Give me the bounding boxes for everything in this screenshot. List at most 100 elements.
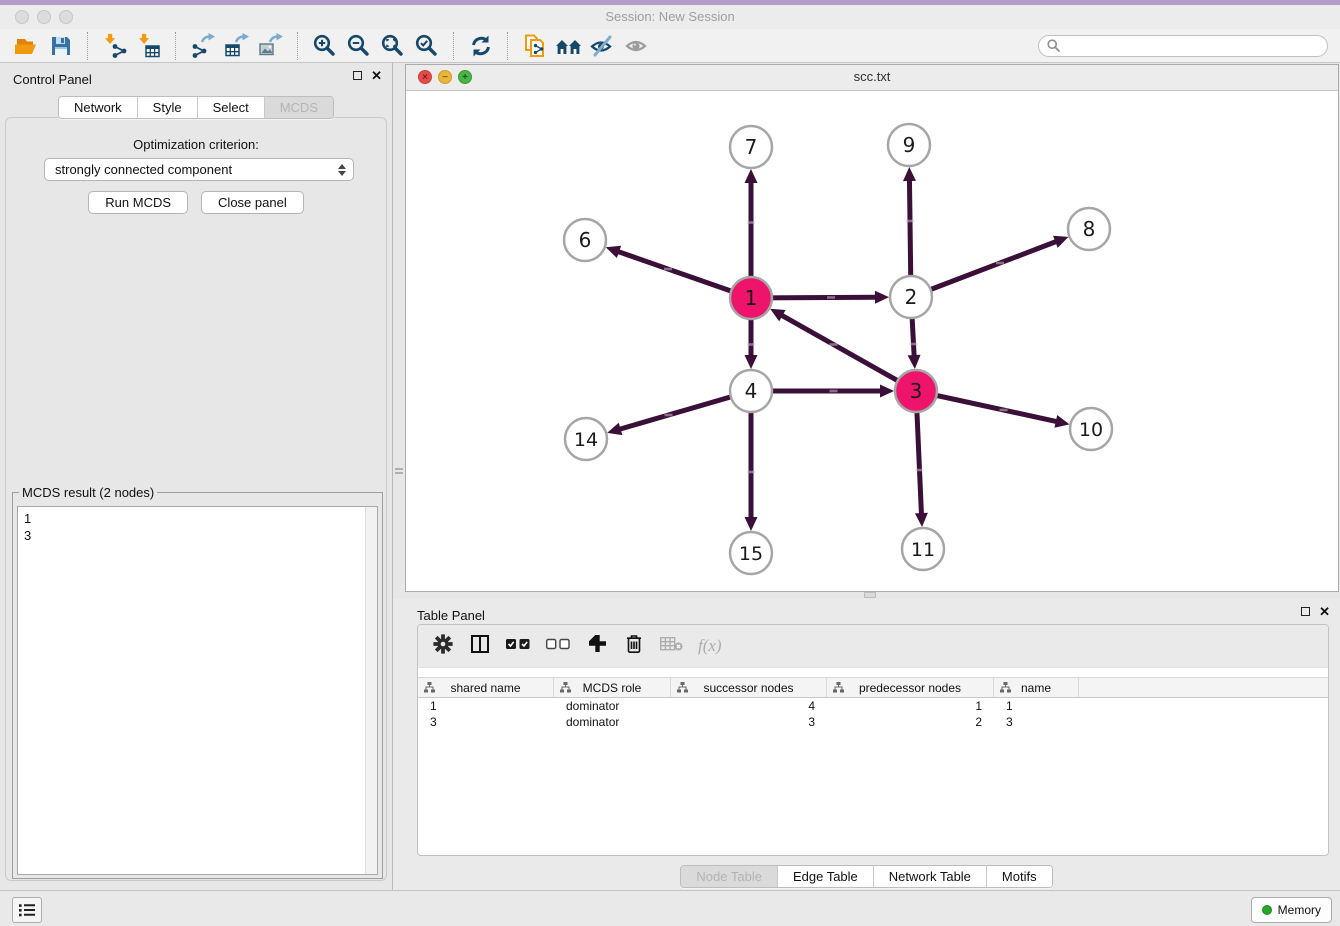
import-table-button[interactable] bbox=[132, 31, 166, 61]
graph-node-7[interactable]: 7 bbox=[730, 126, 772, 168]
edge-label bbox=[827, 296, 835, 299]
graph-node-4[interactable]: 4 bbox=[730, 370, 772, 412]
edge-1-6[interactable] bbox=[606, 246, 751, 298]
memory-button[interactable]: Memory bbox=[1251, 897, 1332, 923]
column-header-shared-name[interactable]: shared name bbox=[418, 678, 554, 697]
graph-node-10[interactable]: 10 bbox=[1070, 408, 1112, 450]
toolbar-separator bbox=[507, 32, 509, 60]
table-tab-node-table[interactable]: Node Table bbox=[681, 866, 777, 887]
float-table-panel-icon[interactable] bbox=[1301, 607, 1310, 616]
edge-3-10[interactable] bbox=[916, 391, 1070, 428]
deselect-all-button[interactable] bbox=[546, 633, 571, 659]
optimization-criterion-dropdown[interactable]: strongly connected component bbox=[44, 158, 354, 181]
edge-3-1[interactable] bbox=[770, 309, 916, 391]
column-header-label: MCDS role bbox=[583, 681, 642, 695]
mcds-result-node: 3 bbox=[24, 527, 371, 544]
result-scrollbar[interactable] bbox=[365, 507, 377, 874]
column-header-predecessor-nodes[interactable]: predecessor nodes bbox=[827, 678, 994, 697]
arrowhead-icon bbox=[903, 167, 916, 181]
close-table-panel-icon[interactable]: ✕ bbox=[1319, 606, 1330, 617]
graph-node-8[interactable]: 8 bbox=[1068, 208, 1110, 250]
column-header-label: successor nodes bbox=[703, 681, 793, 695]
memory-status-icon bbox=[1262, 905, 1272, 915]
close-panel-button[interactable]: Close panel bbox=[201, 191, 304, 214]
search-box[interactable] bbox=[1038, 35, 1328, 57]
edge-2-8[interactable] bbox=[911, 236, 1068, 297]
table-cell: 1 bbox=[827, 699, 994, 713]
save-session-button[interactable] bbox=[44, 31, 78, 61]
open-session-button[interactable] bbox=[10, 31, 44, 61]
tab-network[interactable]: Network bbox=[59, 97, 137, 118]
table-tab-group: Node TableEdge TableNetwork TableMotifs bbox=[680, 865, 1052, 888]
duplicate-network-button[interactable] bbox=[518, 31, 552, 61]
table-settings-button[interactable] bbox=[432, 633, 454, 659]
column-header-successor-nodes[interactable]: successor nodes bbox=[671, 678, 827, 697]
network-overview-button[interactable] bbox=[552, 31, 586, 61]
network-canvas[interactable]: 1 2 3 4 6 7 8 9 10 11 14 15 bbox=[406, 90, 1338, 591]
network-view-title: scc.txt bbox=[406, 69, 1338, 84]
import-table-icon bbox=[136, 33, 162, 59]
mcds-result-box[interactable]: 13 bbox=[17, 506, 378, 875]
search-input[interactable] bbox=[1065, 38, 1319, 54]
export-image-button[interactable] bbox=[254, 31, 288, 61]
graph-node-15[interactable]: 15 bbox=[730, 532, 772, 574]
magnifier-fit-icon bbox=[380, 33, 406, 59]
network-graph: 1 2 3 4 6 7 8 9 10 11 14 15 bbox=[406, 90, 1338, 591]
export-table-button[interactable] bbox=[220, 31, 254, 61]
table-cell: 4 bbox=[671, 699, 827, 713]
function-builder-button: f(x) bbox=[698, 633, 722, 659]
edge-label bbox=[1000, 409, 1008, 412]
control-panel-title: Control Panel bbox=[13, 72, 92, 87]
list-icon bbox=[19, 903, 35, 917]
zoom-selected-button[interactable] bbox=[410, 31, 444, 61]
toggle-columns-button[interactable] bbox=[469, 633, 491, 659]
tab-select[interactable]: Select bbox=[197, 97, 264, 118]
zoom-fit-button[interactable] bbox=[376, 31, 410, 61]
tab-mcds[interactable]: MCDS bbox=[264, 97, 333, 118]
select-all-button[interactable] bbox=[506, 633, 531, 659]
float-panel-icon[interactable] bbox=[353, 71, 362, 80]
table-row[interactable]: 1dominator411 bbox=[418, 698, 1328, 714]
network-view-window: × − + scc.txt 1234678910111415 bbox=[405, 64, 1339, 592]
table-row[interactable]: 3dominator323 bbox=[418, 714, 1328, 730]
table-x-icon bbox=[660, 637, 683, 656]
hide-annotations-button[interactable] bbox=[586, 31, 620, 61]
add-column-button[interactable] bbox=[586, 633, 608, 659]
edge-4-14[interactable] bbox=[607, 391, 751, 435]
edge-label bbox=[665, 414, 673, 417]
graph-node-3[interactable]: 3 bbox=[895, 370, 937, 412]
dropdown-value: strongly connected component bbox=[55, 162, 232, 177]
table-tab-motifs[interactable]: Motifs bbox=[986, 866, 1052, 887]
import-network-button[interactable] bbox=[98, 31, 132, 61]
task-history-button[interactable] bbox=[12, 897, 42, 923]
export-network-button[interactable] bbox=[186, 31, 220, 61]
graph-node-2[interactable]: 2 bbox=[890, 276, 932, 318]
graph-node-1[interactable]: 1 bbox=[730, 277, 772, 319]
column-header-name[interactable]: name bbox=[994, 678, 1079, 697]
zoom-out-button[interactable] bbox=[342, 31, 376, 61]
edge-label bbox=[830, 343, 838, 346]
close-panel-icon[interactable]: ✕ bbox=[371, 70, 382, 81]
arrowhead-icon bbox=[745, 169, 758, 183]
delete-table-button bbox=[660, 633, 683, 659]
horizontal-splitter-handle[interactable] bbox=[864, 592, 876, 598]
graph-node-6[interactable]: 6 bbox=[564, 219, 606, 261]
graph-node-11[interactable]: 11 bbox=[902, 528, 944, 570]
run-mcds-button[interactable]: Run MCDS bbox=[88, 191, 188, 214]
tab-style[interactable]: Style bbox=[137, 97, 197, 118]
apply-layout-button[interactable] bbox=[464, 31, 498, 61]
node-label: 4 bbox=[745, 379, 758, 403]
graph-node-9[interactable]: 9 bbox=[888, 124, 930, 166]
vertical-splitter-handle[interactable] bbox=[394, 466, 404, 480]
zoom-in-button[interactable] bbox=[308, 31, 342, 61]
table-tab-network-table[interactable]: Network Table bbox=[873, 866, 986, 887]
toolbar-separator bbox=[297, 32, 299, 60]
table-tab-edge-table[interactable]: Edge Table bbox=[777, 866, 873, 887]
arrowhead-icon bbox=[607, 423, 622, 435]
column-header-MCDS-role[interactable]: MCDS role bbox=[554, 678, 671, 697]
search-icon bbox=[1047, 39, 1060, 52]
import-network-icon bbox=[102, 33, 128, 59]
folder-open-icon bbox=[14, 33, 40, 59]
graph-node-14[interactable]: 14 bbox=[565, 418, 607, 460]
delete-column-button[interactable] bbox=[623, 633, 645, 659]
